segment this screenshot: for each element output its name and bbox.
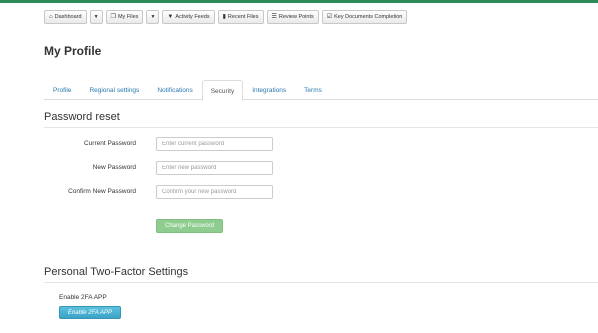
- my-files-label: My Files: [117, 14, 139, 20]
- section-divider: [44, 282, 598, 283]
- top-toolbar: ⌂ Dashboard ▼ ❐ My Files ▼ ▼ Activity Fe…: [44, 10, 408, 24]
- tab-terms[interactable]: Terms: [295, 80, 331, 100]
- tab-profile[interactable]: Profile: [44, 80, 80, 100]
- section-divider: [44, 127, 598, 128]
- top-accent-strip: [0, 0, 598, 3]
- enable-2fa-app-button[interactable]: Enable 2FA APP: [59, 306, 121, 319]
- dashboard-label: Dashboard: [54, 14, 82, 20]
- current-password-label: Current Password: [83, 140, 136, 147]
- files-icon: ❐: [110, 14, 116, 20]
- confirm-password-input[interactable]: [156, 185, 273, 199]
- key-documents-completion-label: Key Documents Completion: [334, 14, 403, 20]
- home-icon: ⌂: [49, 14, 53, 20]
- activity-feeds-button[interactable]: ▼ Activity Feeds: [162, 10, 215, 24]
- file-icon: ▮: [222, 14, 226, 20]
- my-files-dropdown-button[interactable]: ▼: [146, 10, 160, 24]
- review-points-button[interactable]: ☰ Review Points: [266, 10, 319, 24]
- tab-regional-settings[interactable]: Regional settings: [80, 80, 148, 100]
- check-icon: ☑: [326, 14, 333, 20]
- my-files-button[interactable]: ❐ My Files: [105, 10, 144, 24]
- review-points-label: Review Points: [278, 14, 314, 20]
- list-icon: ☰: [271, 14, 277, 20]
- tab-security[interactable]: Security: [201, 80, 244, 101]
- filter-icon: ▼: [167, 14, 174, 20]
- profile-tabs: Profile Regional settings Notifications …: [44, 80, 598, 101]
- chevron-down-icon: ▼: [150, 14, 156, 20]
- dashboard-dropdown-button[interactable]: ▼: [89, 10, 103, 24]
- password-reset-heading: Password reset: [44, 111, 120, 123]
- tab-integrations[interactable]: Integrations: [243, 80, 295, 100]
- enable-2fa-app-label: Enable 2FA APP: [59, 294, 107, 301]
- current-password-input[interactable]: [156, 137, 273, 151]
- new-password-input[interactable]: [156, 161, 273, 175]
- confirm-password-label: Confirm New Password: [68, 188, 136, 195]
- key-documents-completion-button[interactable]: ☑ Key Documents Completion: [321, 10, 408, 24]
- activity-feeds-label: Activity Feeds: [175, 14, 210, 20]
- dashboard-button[interactable]: ⌂ Dashboard: [44, 10, 87, 24]
- two-factor-heading: Personal Two-Factor Settings: [44, 266, 189, 278]
- chevron-down-icon: ▼: [93, 14, 99, 20]
- page-title: My Profile: [44, 44, 102, 58]
- new-password-label: New Password: [92, 164, 136, 171]
- change-password-button[interactable]: Change Password: [156, 219, 223, 233]
- recent-files-label: Recent Files: [227, 14, 259, 20]
- recent-files-button[interactable]: ▮ Recent Files: [217, 10, 264, 24]
- tab-notifications[interactable]: Notifications: [148, 80, 201, 100]
